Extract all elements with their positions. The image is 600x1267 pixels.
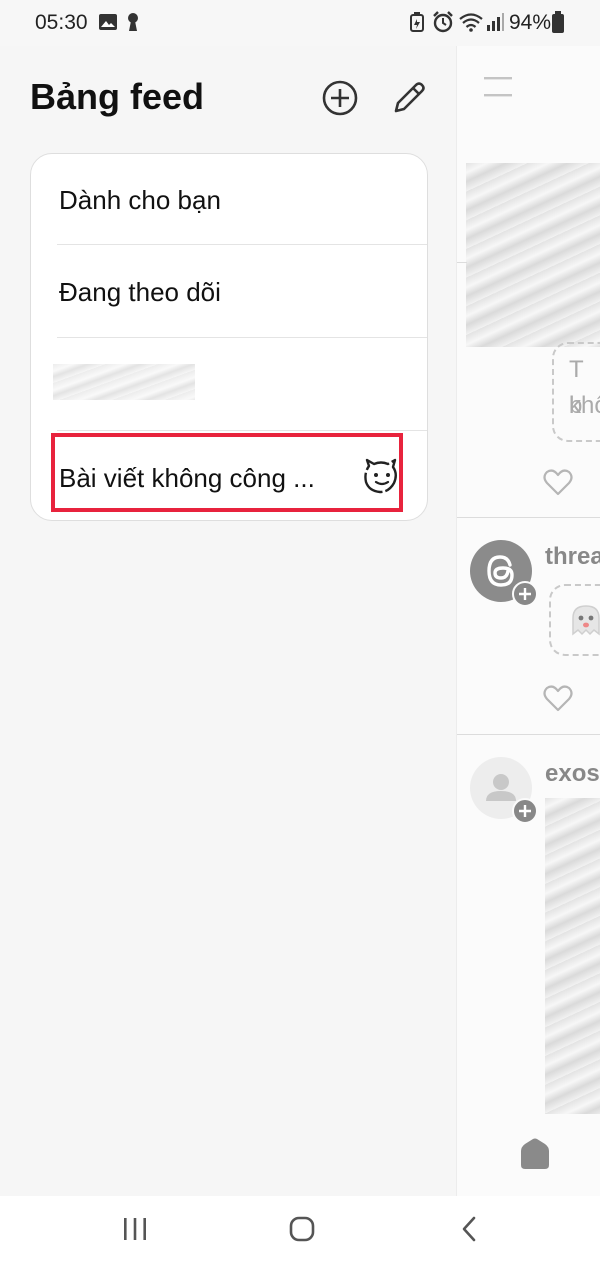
post-username[interactable]: threa xyxy=(545,543,600,571)
wifi-icon xyxy=(459,13,483,32)
home-icon[interactable] xyxy=(517,1137,553,1171)
alarm-icon xyxy=(433,11,453,33)
blurred-image xyxy=(545,798,600,1114)
signal-icon xyxy=(487,13,504,31)
blurred-feed-label xyxy=(53,364,195,400)
divider xyxy=(457,734,600,735)
feeds-drawer: Bảng feed Dành cho bạn Đang theo dõi Bài… xyxy=(0,0,456,1196)
keyhole-icon xyxy=(128,13,138,31)
feed-item-label: Đang theo dõi xyxy=(59,277,221,307)
hamburger-menu-icon[interactable] xyxy=(484,76,512,98)
image-icon xyxy=(99,14,117,30)
drawer-title: Bảng feed xyxy=(30,76,205,117)
back-chevron-icon[interactable] xyxy=(458,1216,480,1242)
plus-circle-icon[interactable] xyxy=(320,78,360,118)
post-text-line: khô xyxy=(569,392,600,419)
divider xyxy=(57,337,427,338)
highlight-box xyxy=(51,433,403,512)
feed-item-following[interactable]: Đang theo dõi xyxy=(31,246,429,339)
post-username[interactable]: exos xyxy=(545,760,600,788)
plus-icon xyxy=(519,588,531,600)
blurred-image xyxy=(466,163,600,347)
recents-icon[interactable] xyxy=(122,1216,148,1242)
battery-saver-icon xyxy=(410,12,424,32)
status-bar: 05:30 94% xyxy=(0,0,600,46)
divider xyxy=(57,244,427,245)
divider xyxy=(457,517,600,518)
pencil-icon[interactable] xyxy=(389,78,429,118)
home-circle-icon[interactable] xyxy=(289,1216,315,1242)
feed-item-for-you[interactable]: Dành cho bạn xyxy=(31,154,429,247)
battery-percent: 94% xyxy=(509,11,552,34)
feed-item-label: Dành cho bạn xyxy=(59,185,221,215)
system-nav-bar xyxy=(0,1196,600,1267)
divider xyxy=(57,430,427,431)
feed-panel: T b khô threa exos xyxy=(456,0,600,1196)
status-time: 05:30 xyxy=(35,11,88,34)
plus-icon xyxy=(519,805,531,817)
heart-icon[interactable] xyxy=(543,468,573,496)
follow-badge[interactable] xyxy=(512,798,538,824)
follow-badge[interactable] xyxy=(512,581,538,607)
divider xyxy=(457,262,467,263)
ghost-icon xyxy=(572,605,600,636)
heart-icon[interactable] xyxy=(543,684,573,712)
battery-icon xyxy=(552,11,564,33)
